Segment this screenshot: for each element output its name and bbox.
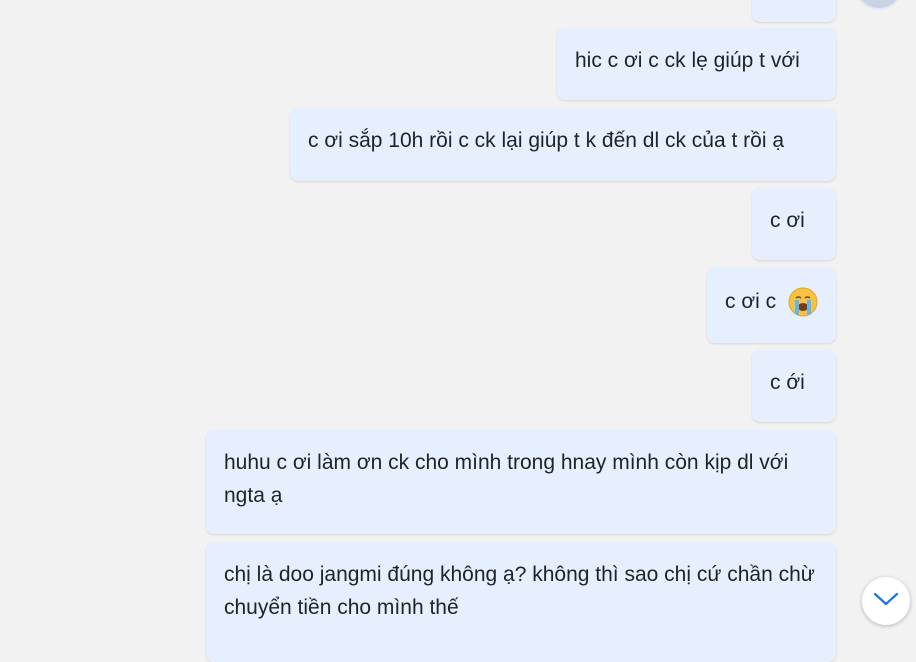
message-bubble[interactable]: huhu c ơi làm ơn ck cho mình trong hnay …	[206, 430, 836, 534]
message-text: hic c ơi c ck lẹ giúp t với	[575, 49, 800, 72]
message-bubble[interactable]: c ới	[752, 350, 836, 422]
message-text: c ơi c	[725, 290, 777, 313]
message-text: c ơi sắp 10h rồi c ck lại giúp t k đến d…	[308, 129, 784, 152]
message-bubble[interactable]: c ơi	[752, 188, 836, 260]
scroll-to-bottom-button[interactable]	[862, 577, 910, 625]
message-bubble[interactable]: hic c ơi c ck lẹ giúp t với	[557, 28, 836, 100]
message-bubble[interactable]: chị là doo jangmi đúng không ạ? không th…	[206, 542, 836, 662]
message-bubble[interactable]: c ơi c	[707, 267, 836, 343]
message-text: huhu c ơi làm ơn ck cho mình trong hnay …	[224, 451, 789, 507]
loudly-crying-face-icon	[788, 287, 818, 317]
message-text: c ơi	[770, 209, 805, 232]
message-text: c ới	[770, 371, 805, 394]
chevron-down-icon	[873, 591, 899, 612]
chat-thread: hic c ơi c ck lẹ giúp t với c ơi sắp 10h…	[0, 0, 916, 662]
message-text: chị là doo jangmi đúng không ạ? không th…	[224, 563, 815, 619]
message-bubble[interactable]	[752, 0, 836, 22]
message-bubble[interactable]: c ơi sắp 10h rồi c ck lại giúp t k đến d…	[290, 108, 836, 181]
avatar[interactable]	[854, 0, 904, 10]
